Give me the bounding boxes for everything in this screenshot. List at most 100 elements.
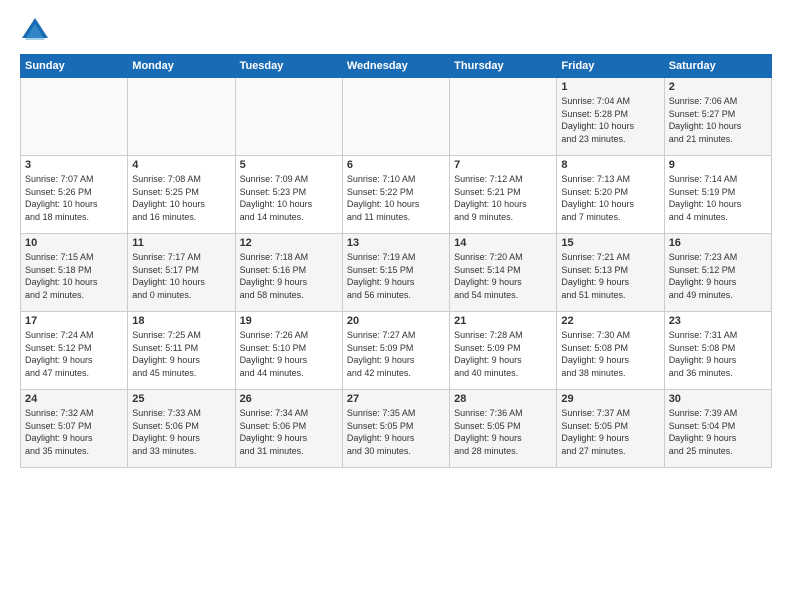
day-info: Sunrise: 7:28 AM Sunset: 5:09 PM Dayligh… (454, 329, 552, 379)
logo (20, 16, 54, 46)
weekday-header: Wednesday (342, 55, 449, 78)
calendar-cell: 24 Sunrise: 7:32 AM Sunset: 5:07 PM Dayli… (21, 390, 128, 468)
day-number: 14 (454, 237, 552, 249)
calendar-cell: 10Sunrise: 7:15 AM Sunset: 5:18 PM Dayli… (21, 234, 128, 312)
day-number: 26 (240, 393, 338, 405)
day-number: 18 (132, 315, 230, 327)
calendar-cell: 18 Sunrise: 7:25 AM Sunset: 5:11 PM Dayli… (128, 312, 235, 390)
day-number: 21 (454, 315, 552, 327)
calendar-cell: 30 Sunrise: 7:39 AM Sunset: 5:04 PM Dayli… (664, 390, 771, 468)
day-number: 20 (347, 315, 445, 327)
calendar-cell: 26 Sunrise: 7:34 AM Sunset: 5:06 PM Dayli… (235, 390, 342, 468)
calendar-cell: 11 Sunrise: 7:17 AM Sunset: 5:17 PM Dayli… (128, 234, 235, 312)
calendar-cell: 7Sunrise: 7:12 AM Sunset: 5:21 PM Daylig… (450, 156, 557, 234)
day-number: 27 (347, 393, 445, 405)
day-info: Sunrise: 7:10 AM Sunset: 5:22 PM Dayligh… (347, 173, 445, 223)
calendar-cell: 19 Sunrise: 7:26 AM Sunset: 5:10 PM Dayli… (235, 312, 342, 390)
day-info: Sunrise: 7:04 AM Sunset: 5:28 PM Dayligh… (561, 95, 659, 145)
calendar-cell: 17 Sunrise: 7:24 AM Sunset: 5:12 PM Dayli… (21, 312, 128, 390)
calendar-cell: 28Sunrise: 7:36 AM Sunset: 5:05 PM Dayli… (450, 390, 557, 468)
day-number: 19 (240, 315, 338, 327)
weekday-header-row: SundayMondayTuesdayWednesdayThursdayFrid… (21, 55, 772, 78)
weekday-header: Tuesday (235, 55, 342, 78)
day-info: Sunrise: 7:21 AM Sunset: 5:13 PM Dayligh… (561, 251, 659, 301)
weekday-header: Monday (128, 55, 235, 78)
calendar-cell: 15 Sunrise: 7:21 AM Sunset: 5:13 PM Dayli… (557, 234, 664, 312)
calendar-cell: 20Sunrise: 7:27 AM Sunset: 5:09 PM Dayli… (342, 312, 449, 390)
day-info: Sunrise: 7:07 AM Sunset: 5:26 PM Dayligh… (25, 173, 123, 223)
calendar-cell (21, 78, 128, 156)
weekday-header: Saturday (664, 55, 771, 78)
calendar-week-row: 10Sunrise: 7:15 AM Sunset: 5:18 PM Dayli… (21, 234, 772, 312)
day-number: 25 (132, 393, 230, 405)
day-info: Sunrise: 7:31 AM Sunset: 5:08 PM Dayligh… (669, 329, 767, 379)
calendar-table: SundayMondayTuesdayWednesdayThursdayFrid… (20, 54, 772, 468)
day-number: 16 (669, 237, 767, 249)
day-info: Sunrise: 7:34 AM Sunset: 5:06 PM Dayligh… (240, 407, 338, 457)
calendar-cell (128, 78, 235, 156)
day-info: Sunrise: 7:08 AM Sunset: 5:25 PM Dayligh… (132, 173, 230, 223)
day-number: 3 (25, 159, 123, 171)
day-info: Sunrise: 7:25 AM Sunset: 5:11 PM Dayligh… (132, 329, 230, 379)
logo-icon (20, 16, 50, 46)
day-number: 15 (561, 237, 659, 249)
day-number: 17 (25, 315, 123, 327)
day-number: 8 (561, 159, 659, 171)
day-info: Sunrise: 7:24 AM Sunset: 5:12 PM Dayligh… (25, 329, 123, 379)
day-info: Sunrise: 7:17 AM Sunset: 5:17 PM Dayligh… (132, 251, 230, 301)
calendar-cell: 16 Sunrise: 7:23 AM Sunset: 5:12 PM Dayli… (664, 234, 771, 312)
calendar-cell: 25 Sunrise: 7:33 AM Sunset: 5:06 PM Dayli… (128, 390, 235, 468)
day-number: 22 (561, 315, 659, 327)
day-number: 11 (132, 237, 230, 249)
day-info: Sunrise: 7:32 AM Sunset: 5:07 PM Dayligh… (25, 407, 123, 457)
day-info: Sunrise: 7:13 AM Sunset: 5:20 PM Dayligh… (561, 173, 659, 223)
calendar-week-row: 1 Sunrise: 7:04 AM Sunset: 5:28 PM Daylig… (21, 78, 772, 156)
calendar-cell: 27 Sunrise: 7:35 AM Sunset: 5:05 PM Dayli… (342, 390, 449, 468)
calendar-cell (235, 78, 342, 156)
day-info: Sunrise: 7:36 AM Sunset: 5:05 PM Dayligh… (454, 407, 552, 457)
day-info: Sunrise: 7:35 AM Sunset: 5:05 PM Dayligh… (347, 407, 445, 457)
calendar-cell: 4 Sunrise: 7:08 AM Sunset: 5:25 PM Daylig… (128, 156, 235, 234)
calendar-cell: 1 Sunrise: 7:04 AM Sunset: 5:28 PM Daylig… (557, 78, 664, 156)
day-number: 30 (669, 393, 767, 405)
calendar-cell: 2 Sunrise: 7:06 AM Sunset: 5:27 PM Daylig… (664, 78, 771, 156)
calendar-cell: 8 Sunrise: 7:13 AM Sunset: 5:20 PM Daylig… (557, 156, 664, 234)
day-info: Sunrise: 7:14 AM Sunset: 5:19 PM Dayligh… (669, 173, 767, 223)
day-number: 4 (132, 159, 230, 171)
weekday-header: Sunday (21, 55, 128, 78)
day-info: Sunrise: 7:23 AM Sunset: 5:12 PM Dayligh… (669, 251, 767, 301)
day-info: Sunrise: 7:33 AM Sunset: 5:06 PM Dayligh… (132, 407, 230, 457)
day-info: Sunrise: 7:09 AM Sunset: 5:23 PM Dayligh… (240, 173, 338, 223)
calendar-cell (342, 78, 449, 156)
weekday-header: Friday (557, 55, 664, 78)
day-number: 29 (561, 393, 659, 405)
day-number: 24 (25, 393, 123, 405)
day-number: 23 (669, 315, 767, 327)
calendar-week-row: 17 Sunrise: 7:24 AM Sunset: 5:12 PM Dayli… (21, 312, 772, 390)
calendar-week-row: 3 Sunrise: 7:07 AM Sunset: 5:26 PM Daylig… (21, 156, 772, 234)
day-info: Sunrise: 7:30 AM Sunset: 5:08 PM Dayligh… (561, 329, 659, 379)
calendar-cell: 22 Sunrise: 7:30 AM Sunset: 5:08 PM Dayli… (557, 312, 664, 390)
day-number: 9 (669, 159, 767, 171)
day-number: 10 (25, 237, 123, 249)
calendar-page: SundayMondayTuesdayWednesdayThursdayFrid… (0, 0, 792, 612)
day-number: 1 (561, 81, 659, 93)
calendar-cell: 12 Sunrise: 7:18 AM Sunset: 5:16 PM Dayli… (235, 234, 342, 312)
day-info: Sunrise: 7:39 AM Sunset: 5:04 PM Dayligh… (669, 407, 767, 457)
day-info: Sunrise: 7:26 AM Sunset: 5:10 PM Dayligh… (240, 329, 338, 379)
day-number: 12 (240, 237, 338, 249)
day-number: 2 (669, 81, 767, 93)
calendar-week-row: 24 Sunrise: 7:32 AM Sunset: 5:07 PM Dayli… (21, 390, 772, 468)
calendar-cell: 23 Sunrise: 7:31 AM Sunset: 5:08 PM Dayli… (664, 312, 771, 390)
day-number: 5 (240, 159, 338, 171)
weekday-header: Thursday (450, 55, 557, 78)
day-info: Sunrise: 7:19 AM Sunset: 5:15 PM Dayligh… (347, 251, 445, 301)
day-info: Sunrise: 7:20 AM Sunset: 5:14 PM Dayligh… (454, 251, 552, 301)
day-info: Sunrise: 7:06 AM Sunset: 5:27 PM Dayligh… (669, 95, 767, 145)
day-info: Sunrise: 7:18 AM Sunset: 5:16 PM Dayligh… (240, 251, 338, 301)
calendar-cell (450, 78, 557, 156)
calendar-cell: 9 Sunrise: 7:14 AM Sunset: 5:19 PM Daylig… (664, 156, 771, 234)
day-number: 13 (347, 237, 445, 249)
calendar-cell: 5 Sunrise: 7:09 AM Sunset: 5:23 PM Daylig… (235, 156, 342, 234)
calendar-cell: 29Sunrise: 7:37 AM Sunset: 5:05 PM Dayli… (557, 390, 664, 468)
